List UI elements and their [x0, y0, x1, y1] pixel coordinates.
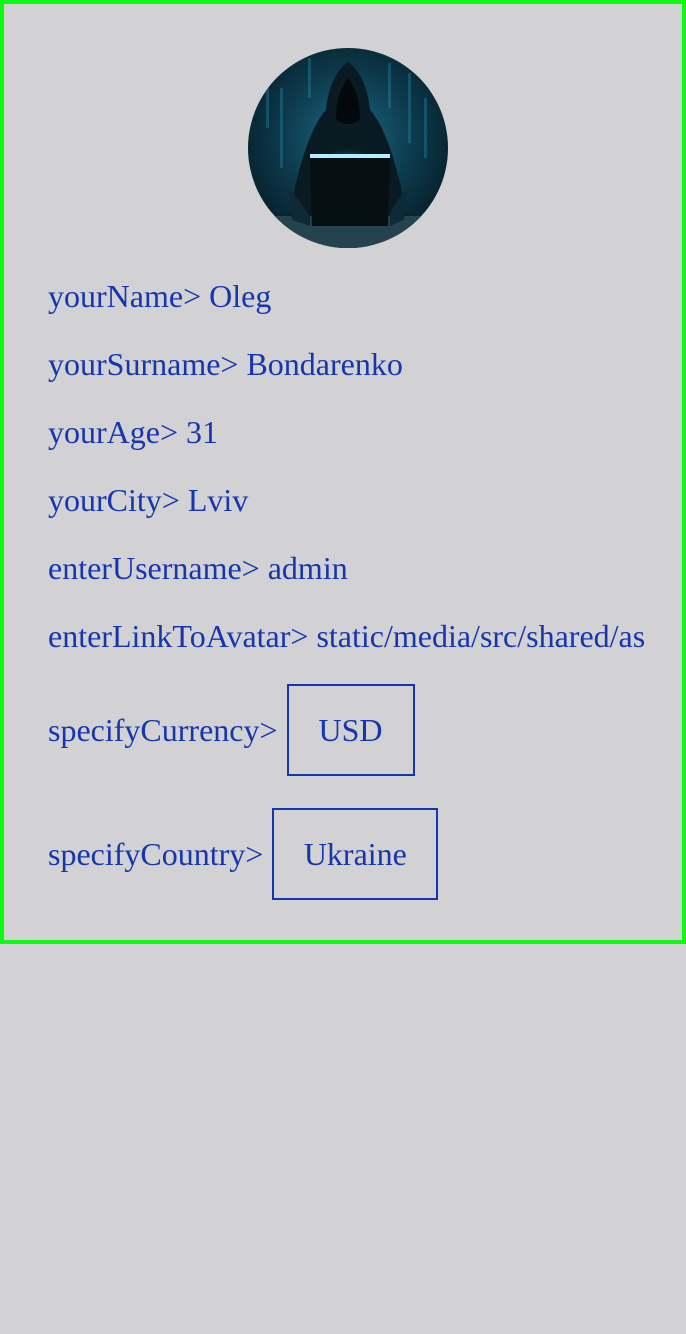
country-select[interactable]: Ukraine	[272, 808, 439, 900]
avatar-link-value[interactable]: static/media/src/shared/as	[316, 618, 645, 654]
surname-value[interactable]: Bondarenko	[246, 346, 402, 382]
country-value: Ukraine	[303, 835, 407, 872]
surname-label: yourSurname>	[48, 346, 239, 382]
profile-panel: yourName> Oleg yourSurname> Bondarenko y…	[0, 0, 686, 944]
currency-label: specifyCurrency>	[48, 711, 278, 748]
name-label: yourName>	[48, 278, 202, 314]
surname-row: yourSurname> Bondarenko	[48, 346, 403, 382]
avatar-link-label: enterLinkToAvatar>	[48, 618, 309, 654]
age-label: yourAge>	[48, 414, 179, 450]
country-label: specifyCountry>	[48, 835, 264, 872]
currency-select[interactable]: USD	[286, 684, 415, 776]
age-value[interactable]: 31	[186, 414, 218, 450]
avatar-link-row: enterLinkToAvatar> static/media/src/shar…	[48, 618, 645, 654]
avatar	[248, 48, 448, 248]
currency-value: USD	[318, 711, 383, 748]
city-row: yourCity> Lviv	[48, 482, 248, 518]
username-value[interactable]: admin	[268, 550, 348, 586]
name-row: yourName> Oleg	[48, 278, 271, 314]
username-row: enterUsername> admin	[48, 550, 348, 586]
username-label: enterUsername>	[48, 550, 260, 586]
currency-row: specifyCurrency> USD	[48, 684, 415, 776]
hooded-hacker-avatar-icon	[248, 48, 448, 248]
name-value[interactable]: Oleg	[209, 278, 271, 314]
age-row: yourAge> 31	[48, 414, 218, 450]
city-label: yourCity>	[48, 482, 180, 518]
country-row: specifyCountry> Ukraine	[48, 808, 439, 900]
city-value[interactable]: Lviv	[188, 482, 248, 518]
